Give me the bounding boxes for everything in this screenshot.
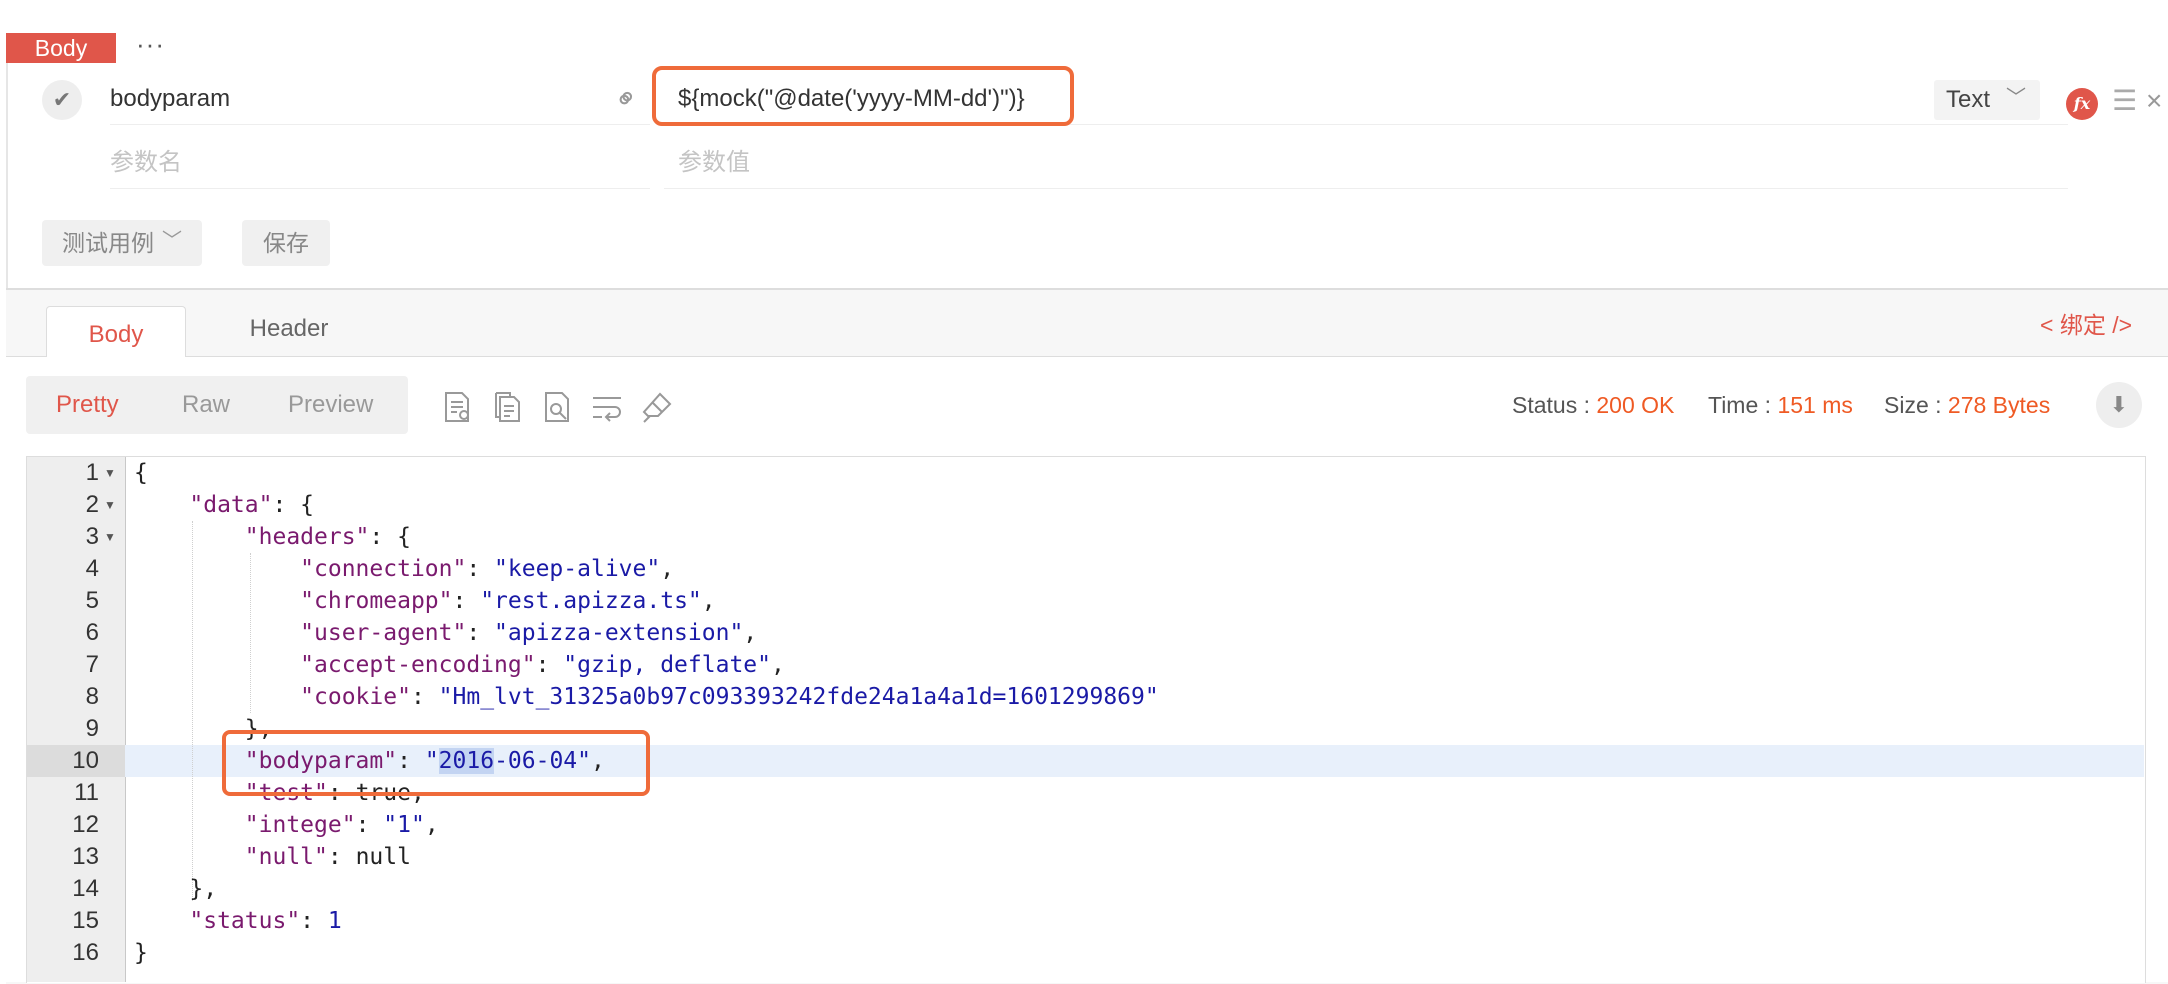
format-icon[interactable]	[440, 390, 474, 424]
json-string: "keep-alive"	[494, 556, 661, 582]
json-key: "headers"	[244, 524, 370, 550]
code-highlight-box	[222, 730, 650, 796]
view-pretty-tab[interactable]: Pretty	[56, 376, 119, 434]
code-line: "user-agent": "apizza-extension",	[300, 620, 758, 646]
json-string: "rest.apizza.ts"	[480, 588, 702, 614]
line-number: 13	[72, 843, 99, 870]
json-string: "gzip, deflate"	[563, 652, 771, 678]
status-value: 200 OK	[1596, 392, 1675, 418]
check-icon: ✔	[52, 87, 72, 112]
json-string: "1"	[383, 812, 425, 838]
code-line: "status": 1	[189, 908, 342, 934]
json-key: "connection"	[300, 556, 467, 582]
view-mode-tabs: Pretty Raw Preview	[26, 376, 408, 434]
code-line: "data": {	[189, 492, 315, 518]
param-type-select[interactable]: Text ﹀	[1934, 80, 2040, 120]
fold-toggle-icon[interactable]: ▼	[104, 457, 116, 489]
drag-handle-icon[interactable]: ☰	[2112, 84, 2137, 118]
line-number: 15	[72, 907, 99, 934]
line-number: 1	[85, 459, 99, 486]
more-icon[interactable]: ···	[136, 30, 165, 58]
json-null: null	[355, 844, 411, 870]
line-number: 2	[85, 491, 99, 518]
line-number: 10	[72, 747, 99, 774]
bind-link[interactable]: < 绑定 />	[2040, 310, 2132, 340]
line-number: 4	[85, 555, 99, 582]
json-key: "intege"	[244, 812, 356, 838]
line-number: 6	[85, 619, 99, 646]
chevron-down-icon: ﹀	[162, 230, 182, 252]
json-key: "chromeapp"	[300, 588, 453, 614]
new-param-value-input[interactable]	[664, 138, 2068, 189]
time-info: Time : 151 ms	[1708, 390, 1853, 420]
code-line: "cookie": "Hm_lvt_31325a0b97c093393242fd…	[300, 684, 1159, 710]
code-line: },	[134, 876, 218, 902]
json-key: "accept-encoding"	[300, 652, 536, 678]
line-number: 16	[72, 939, 99, 966]
line-number: 3	[85, 523, 99, 550]
function-icon[interactable]: fx	[2066, 88, 2098, 120]
code-line: "chromeapp": "rest.apizza.ts",	[300, 588, 716, 614]
tab-response-body[interactable]: Body	[46, 306, 186, 359]
fold-toggle-icon[interactable]: ▼	[104, 489, 116, 521]
line-number: 8	[85, 683, 99, 710]
status-info: Status : 200 OK	[1512, 390, 1674, 420]
line-number: 14	[72, 875, 99, 902]
json-key: "null"	[244, 844, 328, 870]
code-line: "intege": "1",	[244, 812, 439, 838]
view-raw-tab[interactable]: Raw	[182, 376, 230, 434]
body-tab[interactable]: Body	[6, 33, 116, 63]
status-label: Status :	[1512, 392, 1590, 418]
time-value: 151 ms	[1777, 392, 1853, 418]
json-key: "status"	[189, 908, 301, 934]
code-line: "null": null	[244, 844, 411, 870]
copy-icon[interactable]	[490, 390, 524, 424]
fold-toggle-icon[interactable]: ▼	[104, 521, 116, 553]
new-param-key-input[interactable]	[110, 138, 650, 189]
save-button[interactable]: 保存	[242, 220, 330, 266]
code-line: "connection": "keep-alive",	[300, 556, 675, 582]
line-number: 11	[74, 779, 99, 806]
value-highlight-box	[652, 66, 1074, 126]
wrap-icon[interactable]	[590, 390, 624, 424]
json-string: "apizza-extension"	[494, 620, 744, 646]
line-number: 9	[85, 715, 99, 742]
json-number: 1	[327, 908, 342, 934]
size-label: Size :	[1884, 392, 1942, 418]
code-line: "headers": {	[244, 524, 411, 550]
code-line: }	[134, 940, 148, 966]
param-enabled-checkbox[interactable]: ✔	[42, 80, 82, 120]
testcase-label: 测试用例	[62, 230, 154, 256]
chevron-down-icon: ﹀	[2006, 87, 2026, 109]
json-key: "data"	[189, 492, 273, 518]
param-type-label: Text	[1946, 86, 1991, 113]
line-number: 7	[85, 651, 99, 678]
clear-icon[interactable]	[640, 390, 674, 424]
tab-response-header[interactable]: Header	[216, 306, 362, 358]
code-line: {	[134, 460, 148, 486]
json-string: "Hm_lvt_31325a0b97c093393242fde24a1a4a1d…	[438, 684, 1159, 710]
search-icon[interactable]	[540, 390, 574, 424]
download-icon: ⬇	[2109, 392, 2129, 417]
view-preview-tab[interactable]: Preview	[288, 376, 373, 434]
code-line: "accept-encoding": "gzip, deflate",	[300, 652, 785, 678]
line-number: 12	[72, 811, 99, 838]
close-icon[interactable]: ×	[2146, 84, 2162, 118]
line-number: 5	[85, 587, 99, 614]
testcase-dropdown-button[interactable]: 测试用例 ﹀	[42, 220, 202, 266]
time-label: Time :	[1708, 392, 1772, 418]
json-key: "cookie"	[300, 684, 411, 710]
size-info: Size : 278 Bytes	[1884, 390, 2050, 420]
param-key-input[interactable]	[110, 74, 650, 125]
size-value: 278 Bytes	[1947, 392, 2051, 418]
download-button[interactable]: ⬇	[2096, 382, 2142, 428]
json-key: "user-agent"	[300, 620, 467, 646]
